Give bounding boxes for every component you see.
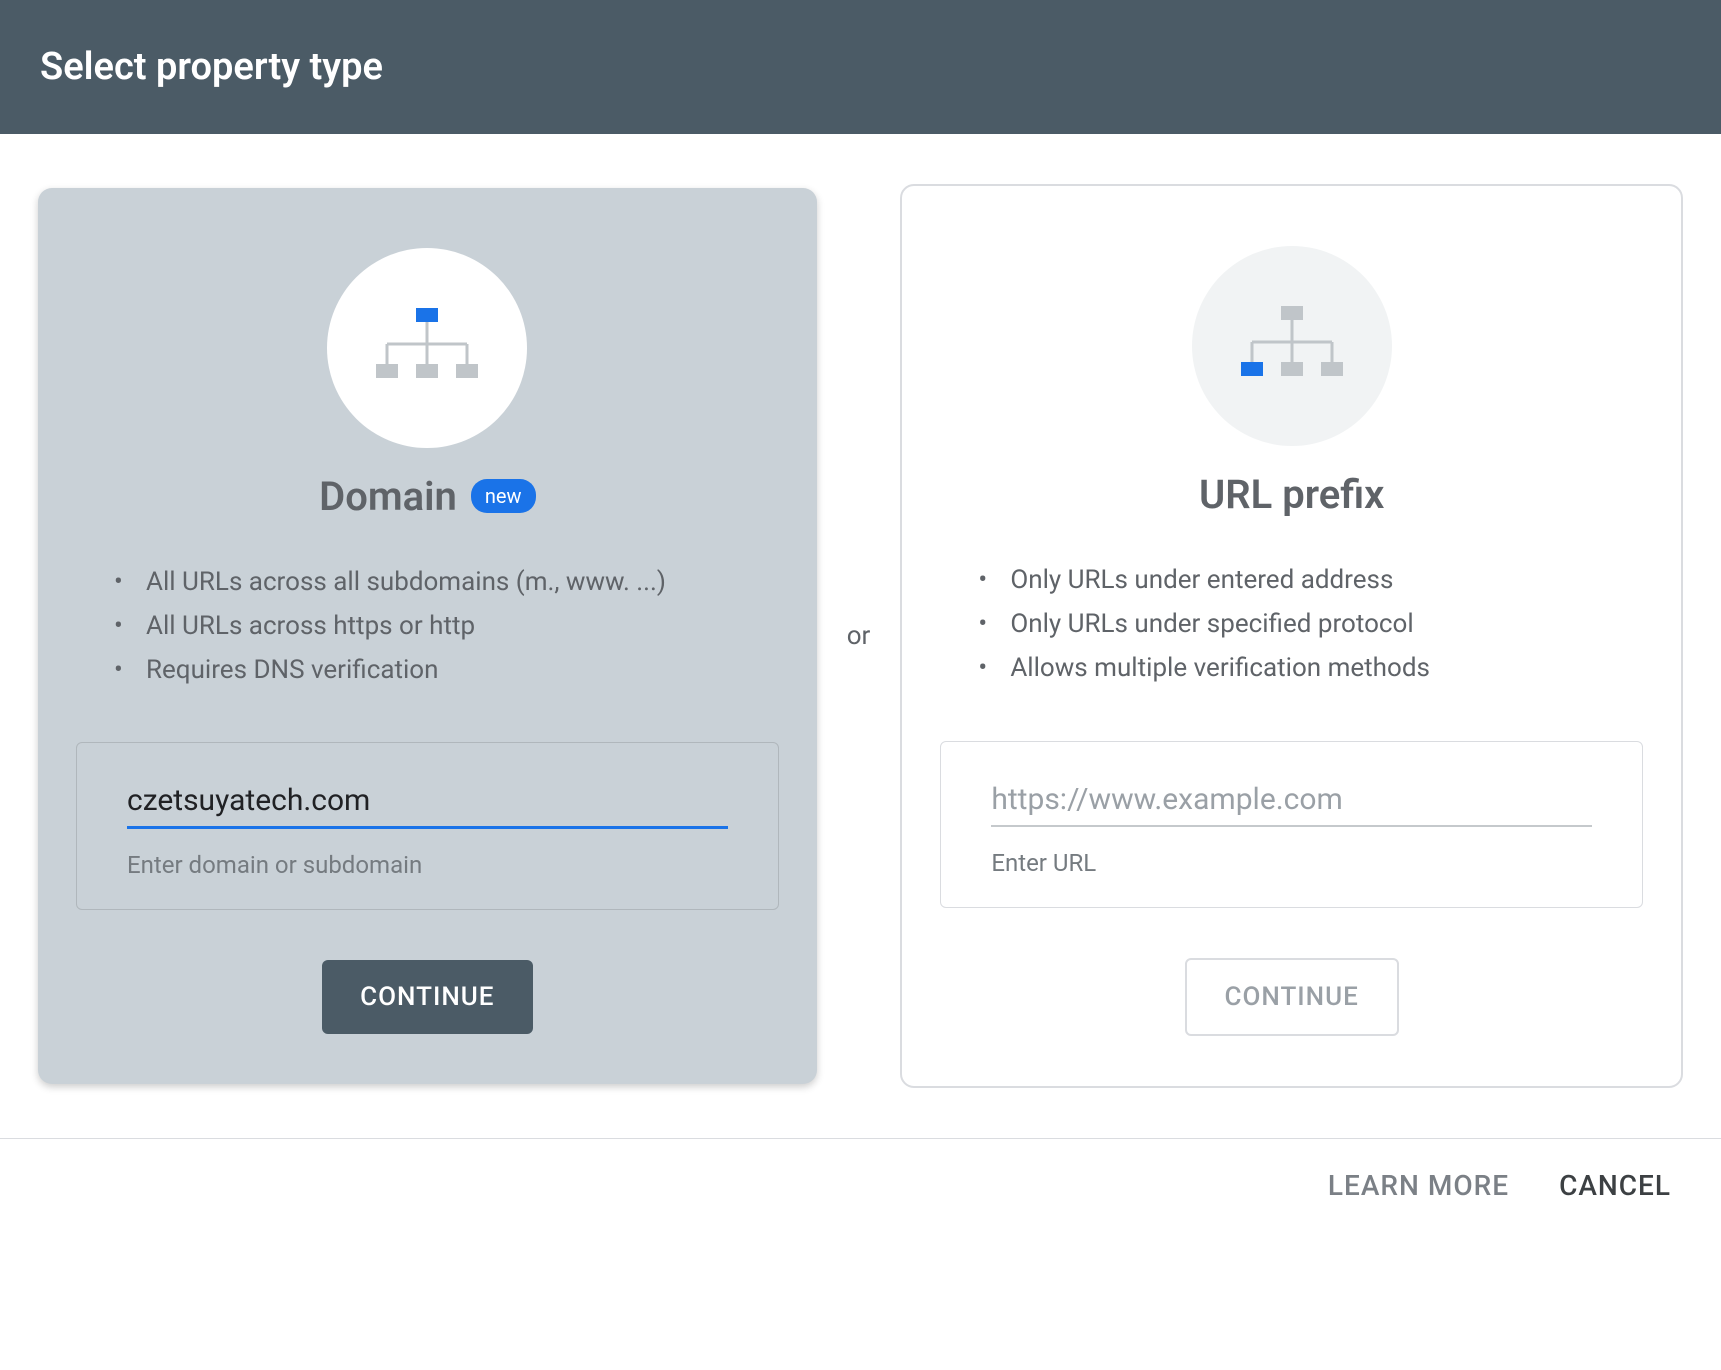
learn-more-button[interactable]: LEARN MORE — [1328, 1169, 1509, 1202]
url-card-title: URL prefix — [1199, 471, 1384, 518]
domain-features: All URLs across all subdomains (m., www.… — [76, 560, 779, 693]
url-input-box: Enter URL — [940, 741, 1643, 908]
domain-property-card[interactable]: Domain new All URLs across all subdomain… — [38, 188, 817, 1085]
dialog-header: Select property type — [0, 0, 1721, 134]
domain-continue-button[interactable]: CONTINUE — [322, 960, 532, 1034]
content-area: Domain new All URLs across all subdomain… — [0, 134, 1721, 1128]
domain-feature-item: All URLs across all subdomains (m., www.… — [114, 560, 779, 604]
url-prefix-property-card[interactable]: URL prefix Only URLs under entered addre… — [900, 184, 1683, 1088]
domain-feature-item: Requires DNS verification — [114, 648, 779, 692]
dialog-title: Select property type — [40, 45, 1681, 89]
url-title-row: URL prefix — [1199, 471, 1384, 518]
new-badge: new — [471, 479, 536, 513]
url-input-helper: Enter URL — [991, 849, 1592, 877]
url-feature-item: Only URLs under entered address — [978, 558, 1643, 602]
domain-title-row: Domain new — [319, 473, 535, 520]
url-feature-item: Only URLs under specified protocol — [978, 602, 1643, 646]
or-divider: or — [847, 621, 871, 651]
url-continue-button[interactable]: CONTINUE — [1185, 958, 1399, 1036]
url-features: Only URLs under entered address Only URL… — [940, 558, 1643, 691]
domain-feature-item: All URLs across https or http — [114, 604, 779, 648]
url-feature-item: Allows multiple verification methods — [978, 646, 1643, 690]
url-prefix-icon — [1192, 246, 1392, 446]
dialog-footer: LEARN MORE CANCEL — [0, 1138, 1721, 1232]
domain-input-helper: Enter domain or subdomain — [127, 851, 728, 879]
domain-icon — [327, 248, 527, 448]
url-input[interactable] — [991, 774, 1592, 827]
domain-input[interactable] — [127, 775, 728, 829]
domain-input-box: Enter domain or subdomain — [76, 742, 779, 910]
domain-card-title: Domain — [319, 473, 457, 520]
cancel-button[interactable]: CANCEL — [1559, 1169, 1671, 1202]
